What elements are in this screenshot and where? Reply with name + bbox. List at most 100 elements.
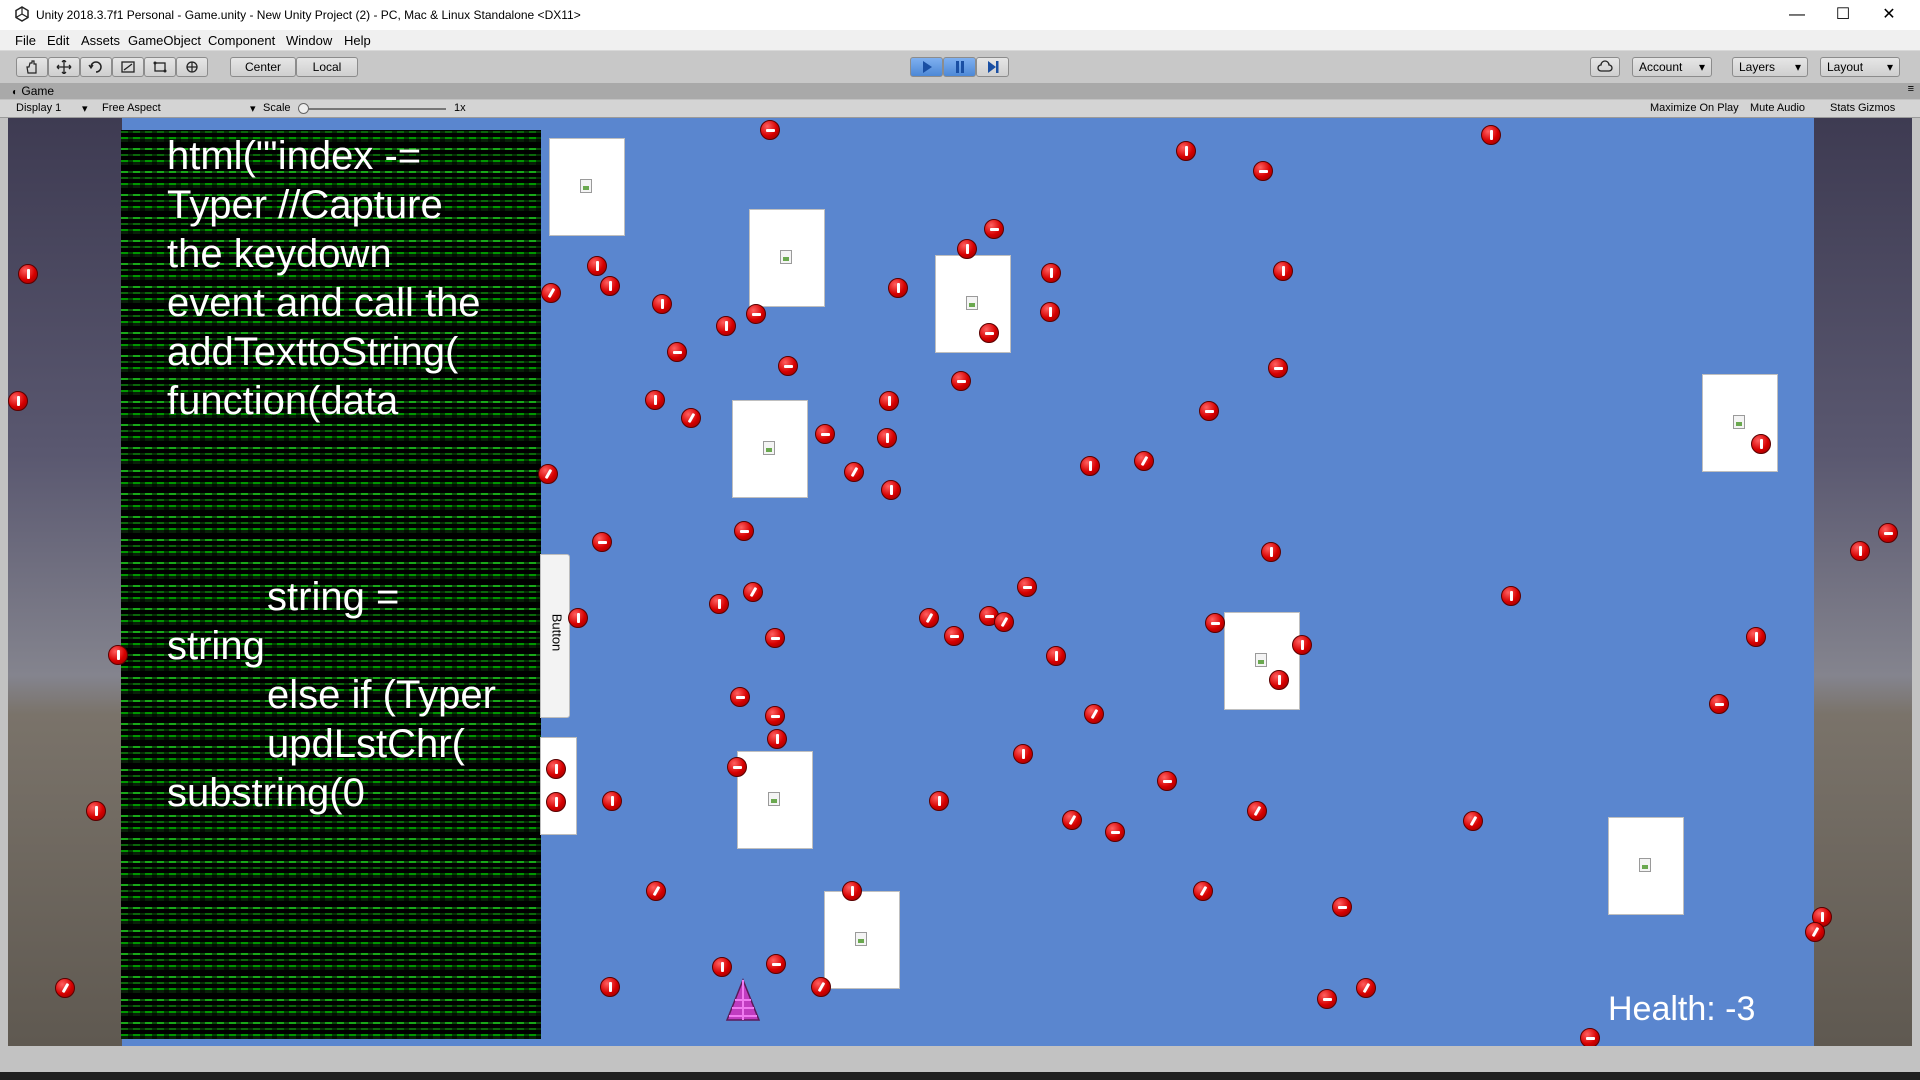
- menu-window[interactable]: Window: [286, 33, 332, 48]
- enemy-dot: [645, 390, 665, 410]
- scale-slider-thumb[interactable]: [298, 103, 309, 114]
- enemy-dot: [881, 480, 901, 500]
- enemy-dot: [652, 294, 672, 314]
- scale-tool-button[interactable]: [112, 57, 144, 77]
- enemy-dot: [1580, 1028, 1600, 1048]
- scale-slider[interactable]: [298, 103, 446, 114]
- menu-bar: File Edit Assets GameObject Component Wi…: [0, 30, 1920, 51]
- enemy-dot: [546, 792, 566, 812]
- menu-component[interactable]: Component: [208, 33, 275, 48]
- step-icon: [987, 61, 998, 73]
- enemy-dot: [541, 283, 561, 303]
- broken-image-icon: [1733, 415, 1745, 429]
- play-icon: [922, 61, 932, 73]
- image-placeholder: [749, 209, 825, 307]
- enemy-dot: [1199, 401, 1219, 421]
- menu-gameobject[interactable]: GameObject: [128, 33, 201, 48]
- enemy-dot: [1746, 627, 1766, 647]
- enemy-dot: [1105, 822, 1125, 842]
- menu-help[interactable]: Help: [344, 33, 371, 48]
- scale-icon: [121, 61, 135, 73]
- account-dropdown[interactable]: Account ▾: [1632, 57, 1712, 77]
- enemy-dot: [602, 791, 622, 811]
- enemy-dot: [730, 687, 750, 707]
- enemy-dot: [1878, 523, 1898, 543]
- enemy-dot: [538, 464, 558, 484]
- enemy-dot: [778, 356, 798, 376]
- enemy-dot: [600, 276, 620, 296]
- menu-file[interactable]: File: [15, 33, 36, 48]
- enemy-dot: [568, 608, 588, 628]
- rect-icon: [153, 61, 167, 73]
- enemy-dot: [1041, 263, 1061, 283]
- menu-edit[interactable]: Edit: [47, 33, 69, 48]
- hand-tool-button[interactable]: [16, 57, 48, 77]
- game-button[interactable]: Button: [540, 554, 570, 718]
- maximize-button[interactable]: ☐: [1820, 0, 1866, 30]
- enemy-dot: [765, 706, 785, 726]
- enemy-dot: [1709, 694, 1729, 714]
- typed-code-text: html("'index -= Typer //Capture the keyd…: [167, 134, 496, 815]
- image-placeholder: [549, 138, 625, 236]
- move-tool-button[interactable]: [48, 57, 80, 77]
- enemy-dot: [1481, 125, 1501, 145]
- gizmos-dropdown[interactable]: Gizmos: [1858, 102, 1895, 114]
- layers-dropdown[interactable]: Layers ▾: [1732, 57, 1808, 77]
- pivot-center-button[interactable]: Center: [230, 57, 296, 77]
- cloud-icon: [1597, 60, 1613, 72]
- enemy-dot: [919, 608, 939, 628]
- menu-assets[interactable]: Assets: [81, 33, 120, 48]
- enemy-dot: [55, 978, 75, 998]
- enemy-dot: [815, 424, 835, 444]
- close-button[interactable]: ✕: [1866, 0, 1912, 30]
- enemy-dot: [667, 342, 687, 362]
- pivot-local-button[interactable]: Local: [296, 57, 358, 77]
- enemy-dot: [746, 304, 766, 324]
- aspect-dropdown[interactable]: Free Aspect: [102, 102, 161, 114]
- broken-image-icon: [763, 441, 775, 455]
- rect-tool-button[interactable]: [144, 57, 176, 77]
- enemy-dot: [709, 594, 729, 614]
- enemy-dot: [1013, 744, 1033, 764]
- tab-menu-icon[interactable]: ≡: [1908, 83, 1914, 95]
- enemy-dot: [1356, 978, 1376, 998]
- maximize-on-play-toggle[interactable]: Maximize On Play: [1650, 102, 1739, 114]
- game-button-label: Button: [549, 613, 565, 652]
- enemy-dot: [592, 532, 612, 552]
- enemy-dot: [18, 264, 38, 284]
- enemy-dot: [1332, 897, 1352, 917]
- chevron-down-icon: ▾: [1886, 60, 1893, 74]
- enemy-dot: [766, 954, 786, 974]
- image-placeholder: [1702, 374, 1778, 472]
- enemy-dot: [984, 219, 1004, 239]
- image-placeholder: [824, 891, 900, 989]
- enemy-dot: [1134, 451, 1154, 471]
- pause-button[interactable]: [943, 57, 976, 77]
- enemy-dot: [1268, 358, 1288, 378]
- collab-button[interactable]: [1590, 57, 1620, 77]
- display-dropdown[interactable]: Display 1: [16, 102, 61, 114]
- step-button[interactable]: [976, 57, 1009, 77]
- tab-game[interactable]: ◐ Game: [12, 84, 54, 98]
- layout-dropdown[interactable]: Layout ▾: [1820, 57, 1900, 77]
- enemy-dot: [727, 757, 747, 777]
- transform-tool-button[interactable]: [176, 57, 208, 77]
- mute-audio-toggle[interactable]: Mute Audio: [1750, 102, 1805, 114]
- enemy-dot: [681, 408, 701, 428]
- minimize-button[interactable]: —: [1774, 0, 1820, 30]
- enemy-dot: [879, 391, 899, 411]
- taskbar: [0, 1072, 1920, 1080]
- game-tab-icon: ◐: [12, 87, 19, 98]
- enemy-dot: [1317, 989, 1337, 1009]
- chevron-down-icon: ▾: [82, 103, 88, 115]
- center-label: Center: [244, 60, 282, 74]
- chevron-down-icon: ▾: [1794, 60, 1801, 74]
- enemy-dot: [767, 729, 787, 749]
- broken-image-icon: [1255, 653, 1267, 667]
- stats-toggle[interactable]: Stats: [1830, 102, 1855, 114]
- rotate-tool-button[interactable]: [80, 57, 112, 77]
- enemy-dot: [734, 521, 754, 541]
- play-button[interactable]: [910, 57, 943, 77]
- enemy-dot: [1269, 670, 1289, 690]
- chevron-down-icon: ▾: [1698, 60, 1705, 74]
